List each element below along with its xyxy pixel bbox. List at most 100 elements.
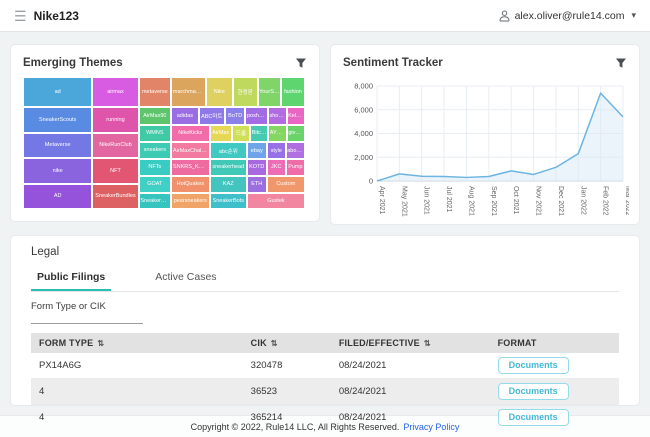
treemap-tile-label: HotQuakes [177, 181, 205, 187]
form-type-cik-underline[interactable] [31, 312, 143, 324]
treemap-tile[interactable]: abc순위 [210, 142, 247, 159]
treemap-tile[interactable]: shop... [268, 107, 287, 124]
treemap-tile-label: NikeRunClub [99, 142, 131, 148]
treemap-tile[interactable]: AirMax [210, 125, 232, 143]
treemap-tile[interactable]: sneakers [139, 142, 171, 159]
treemap-tile[interactable]: BoTD [225, 107, 246, 124]
menu-icon[interactable]: ☰ [14, 9, 27, 23]
treemap-tile[interactable]: nike [23, 158, 92, 183]
treemap-tile[interactable]: marchmadness [171, 77, 206, 107]
brand: ☰ Nike123 [14, 9, 79, 23]
treemap-tile[interactable]: NikeKicks [171, 125, 210, 143]
treemap-tile-label: YourSne... [259, 89, 279, 95]
treemap-tile[interactable]: ETH [247, 176, 267, 193]
treemap-tile-label: SNKRS_KR_KO [173, 164, 208, 170]
column-header[interactable]: FILED/EFFECTIVE⇅ [331, 333, 490, 353]
treemap-tile[interactable]: 드롭 [232, 125, 251, 143]
treemap-tile[interactable]: Custom [267, 176, 305, 193]
treemap-tile[interactable]: sneakerhead [210, 159, 247, 176]
treemap-tile[interactable]: SNKRS_KR_KO [171, 159, 210, 176]
treemap-tile[interactable]: KAZ [210, 176, 247, 193]
treemap-tile[interactable]: HotQuakes [171, 176, 210, 193]
treemap-tile[interactable]: JKC [267, 159, 286, 176]
treemap-tile-label: Custom [276, 181, 295, 187]
x-tick-label: Dec 2021 [557, 186, 564, 216]
treemap-tile[interactable]: AirMax90 [139, 107, 171, 124]
treemap-tile-label: airmax [107, 89, 124, 95]
treemap-tile[interactable]: KOTD [247, 159, 267, 176]
copyright-text: Copyright © 2022, Rule14 LLC, All Rights… [191, 422, 400, 432]
treemap-tile[interactable]: NFTs [139, 159, 171, 176]
treemap-tile-label: abc순위 [219, 147, 238, 155]
treemap-tile[interactable]: adidas [171, 107, 199, 124]
treemap-tile-label: Metaverse [45, 142, 71, 148]
form-type-cik-input[interactable]: Form Type or CIK [31, 301, 143, 324]
treemap-tile[interactable]: Metaverse [23, 133, 92, 158]
treemap-tile[interactable]: airmax [92, 77, 138, 107]
y-tick-label: 8,000 [354, 82, 373, 91]
sort-icon[interactable]: ⇅ [271, 339, 278, 348]
y-tick-label: 2,000 [354, 153, 373, 162]
treemap-tile[interactable]: YourSne... [258, 77, 281, 107]
x-tick-label: Feb 2022 [602, 186, 609, 216]
treemap-tile[interactable]: SneakerScouts [23, 107, 92, 132]
privacy-policy-link[interactable]: Privacy Policy [403, 422, 459, 432]
top-bar: ☰ Nike123 alex.oliver@rule14.com ▾ [0, 0, 650, 32]
treemap-tile[interactable]: Gustek [247, 193, 305, 210]
tab-active-cases[interactable]: Active Cases [149, 267, 222, 291]
treemap-tile[interactable]: AirMaxChallenge [171, 142, 210, 159]
filter-icon[interactable] [615, 57, 627, 69]
treemap-tile-label: SneakerFreakerFam [140, 198, 169, 204]
treemap-tile[interactable]: NikeRunClub [92, 133, 138, 158]
x-tick-label: Mar 2022 [624, 186, 629, 216]
filter-icon[interactable] [295, 57, 307, 69]
legal-title: Legal [31, 246, 619, 258]
y-tick-label: 0 [369, 177, 373, 186]
column-header[interactable]: FORM TYPE⇅ [31, 333, 243, 353]
treemap-tile[interactable]: poshmark [245, 107, 268, 124]
treemap-tile[interactable]: Kela... [287, 107, 305, 124]
treemap-tile-label: AD [54, 193, 62, 199]
documents-button[interactable]: Documents [498, 409, 569, 426]
treemap-tile[interactable]: abonnart [286, 142, 305, 159]
treemap-tile[interactable]: Bitcoin [250, 125, 268, 143]
x-tick-label: Apr 2021 [378, 186, 385, 215]
treemap-tile[interactable]: ebay [247, 142, 267, 159]
treemap-tile[interactable]: ad [23, 77, 92, 107]
treemap-tile[interactable]: pearsneakers [171, 193, 210, 210]
documents-button[interactable]: Documents [498, 357, 569, 374]
treemap-tile[interactable]: 한정판 [233, 77, 258, 107]
treemap-tile[interactable]: style [267, 142, 286, 159]
treemap-tile[interactable]: ABC마트 [199, 107, 225, 124]
treemap-tile[interactable]: Pump [286, 159, 305, 176]
treemap-tile-label: NFT [110, 168, 121, 174]
treemap-tile[interactable]: SneakerBots [210, 193, 247, 210]
column-header: FORMAT [490, 333, 619, 353]
treemap-tile-label: pearsneakers [174, 198, 207, 204]
treemap-tile[interactable]: AYRAB [268, 125, 287, 143]
user-menu[interactable]: alex.oliver@rule14.com ▾ [499, 10, 636, 22]
treemap-tile[interactable]: running [92, 107, 138, 132]
emerging-themes-title: Emerging Themes [23, 57, 123, 69]
treemap-tile[interactable]: NFT [92, 158, 138, 183]
treemap-tile[interactable]: GOAT [139, 176, 171, 193]
treemap-tile[interactable]: metaverse [139, 77, 171, 107]
treemap-tile-label: NFTs [148, 164, 161, 170]
treemap-tile[interactable]: SneakerFreakerFam [139, 193, 171, 210]
treemap-tile[interactable]: WMNS [139, 125, 171, 142]
treemap-tile[interactable]: AD [23, 184, 92, 209]
x-tick-label: Aug 2021 [467, 186, 474, 216]
treemap-tile-label: 한정판 [238, 88, 253, 96]
sort-icon[interactable]: ⇅ [97, 339, 104, 348]
tab-public-filings[interactable]: Public Filings [31, 267, 111, 291]
treemap-tile[interactable]: giveaway [287, 125, 305, 143]
documents-button[interactable]: Documents [498, 383, 569, 400]
treemap: adSneakerScouts Metaverse nike AD airmax runn… [23, 77, 305, 209]
table-row: PX14A6G32047808/24/2021Documents [31, 353, 619, 379]
column-header[interactable]: CIK⇅ [243, 333, 331, 353]
sort-icon[interactable]: ⇅ [424, 339, 431, 348]
treemap-tile[interactable]: SneakerBundles [92, 184, 138, 209]
treemap-tile[interactable]: fashion [281, 77, 305, 107]
treemap-tile-label: running [106, 117, 124, 123]
treemap-tile[interactable]: Nike [206, 77, 233, 107]
